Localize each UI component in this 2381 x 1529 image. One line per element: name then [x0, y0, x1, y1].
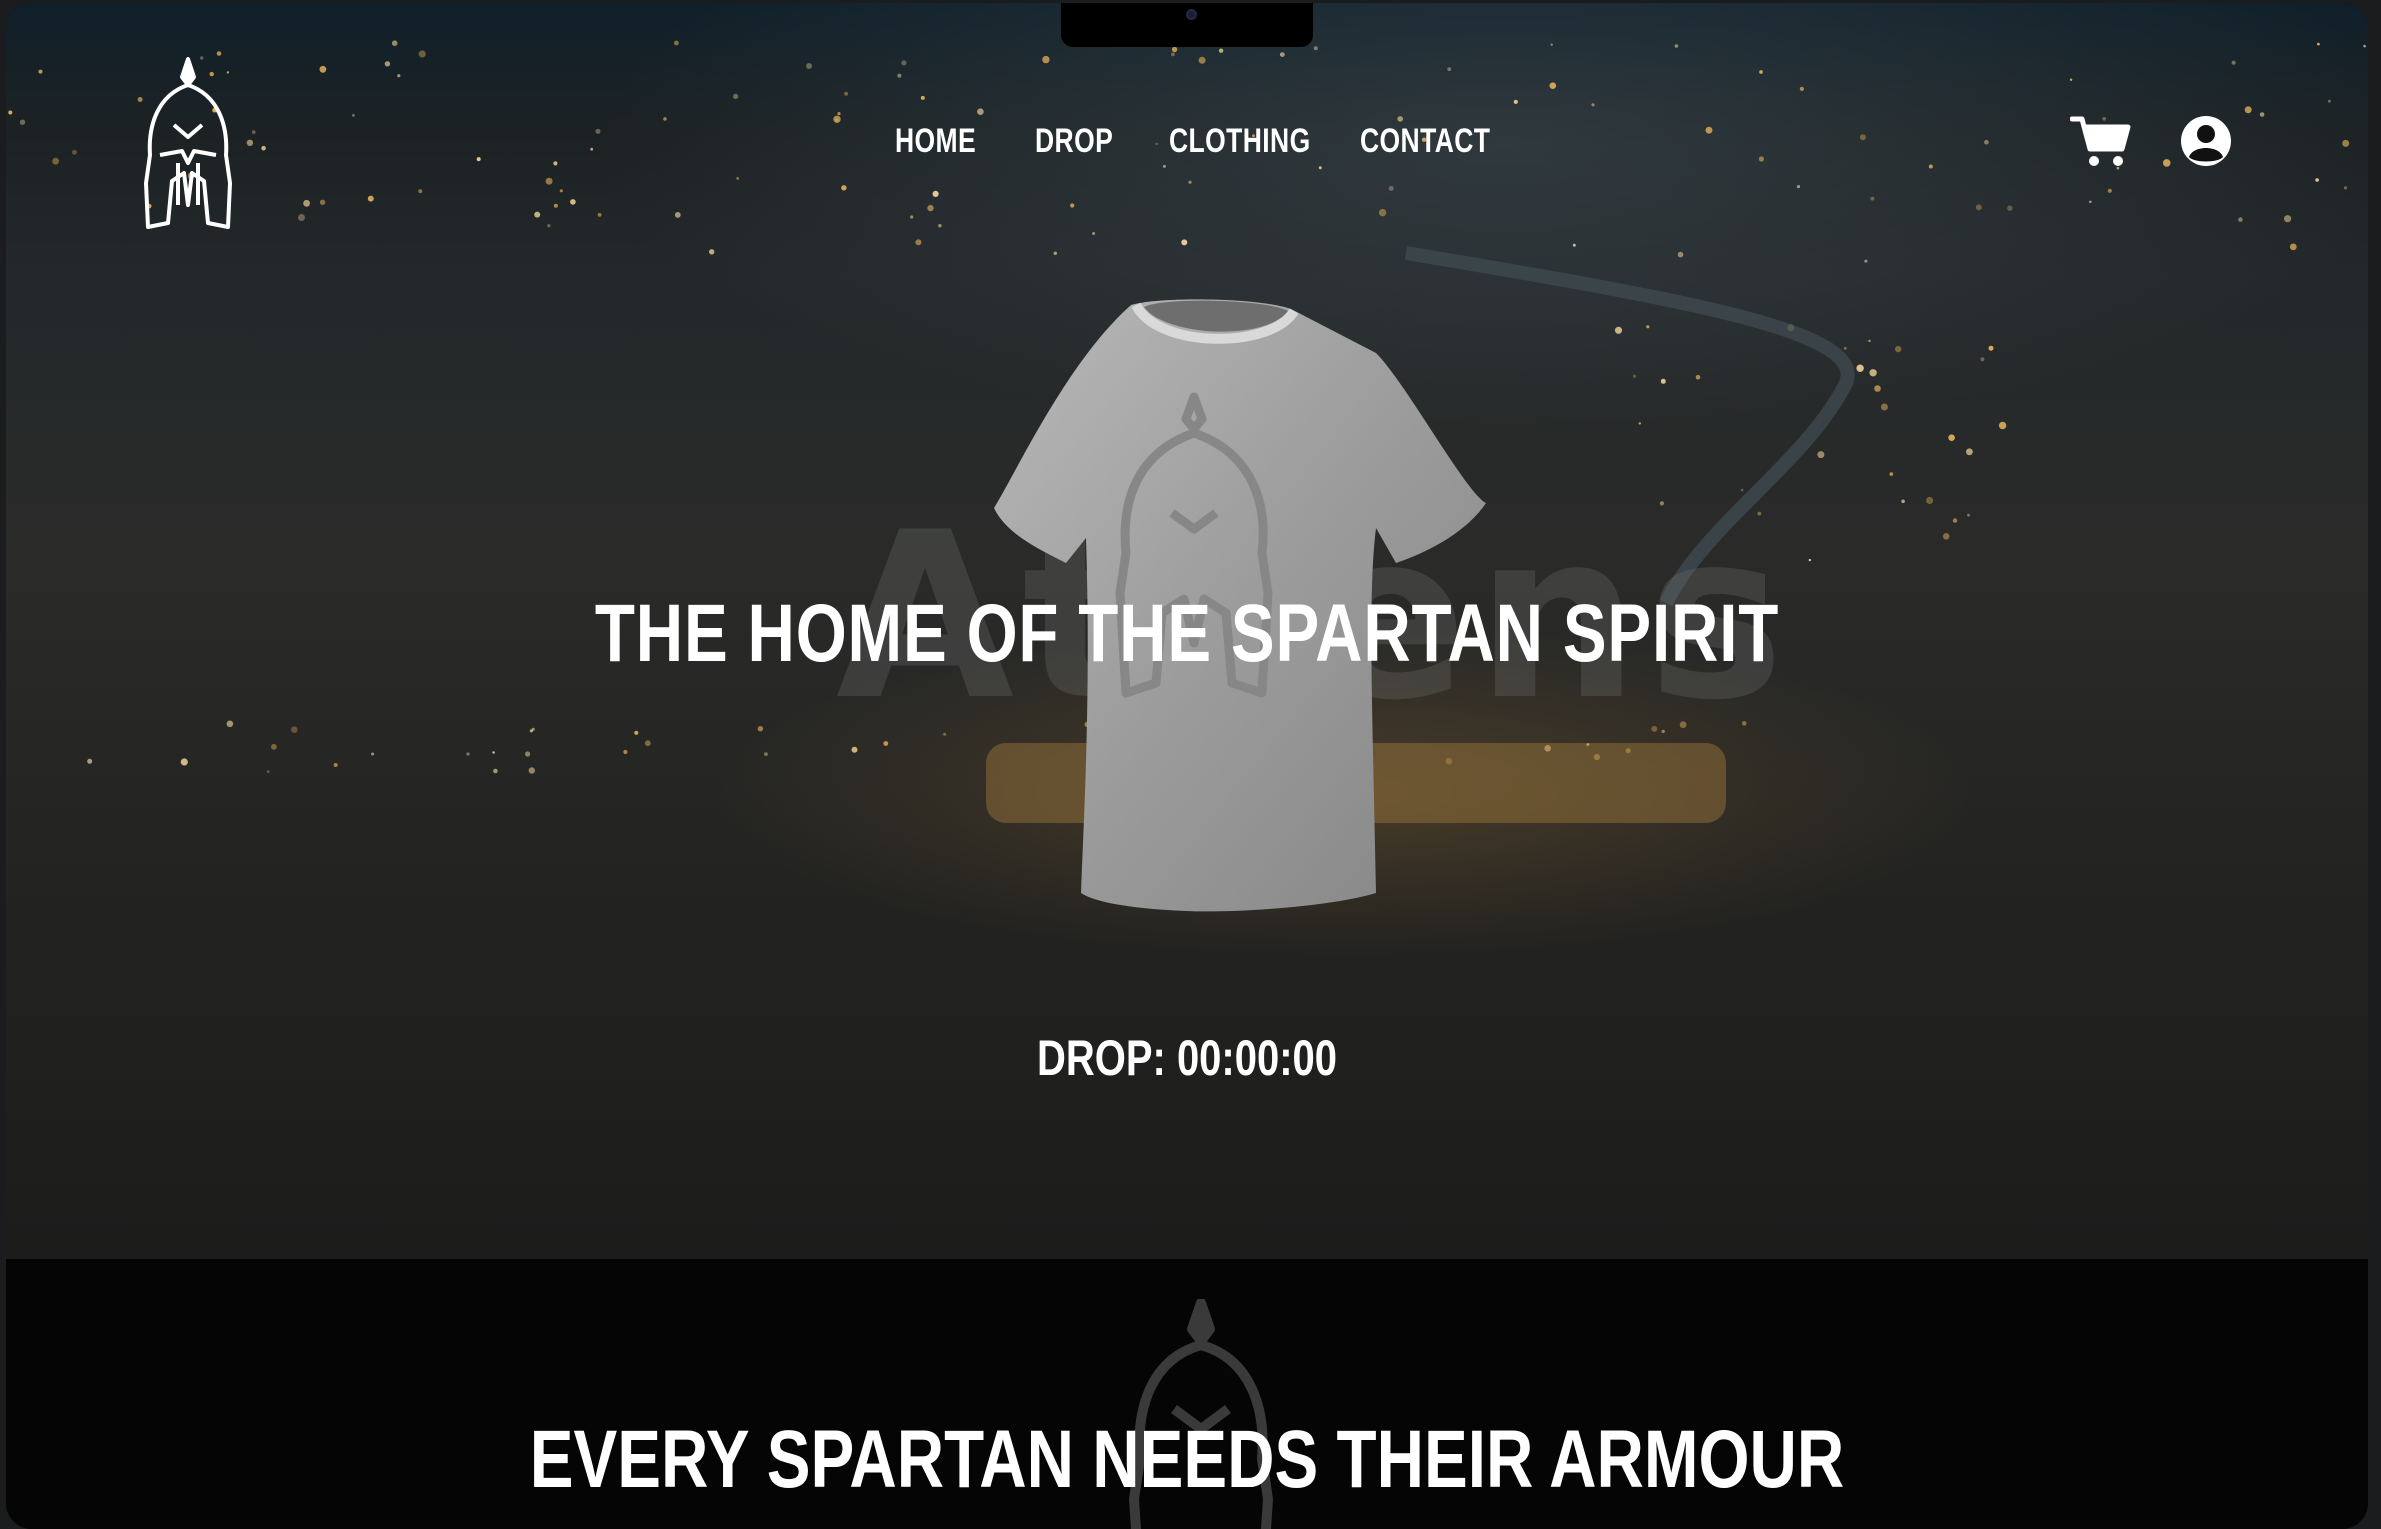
armour-section: EVERY SPARTAN NEEDS THEIR ARMOUR: [6, 1259, 2368, 1529]
drop-countdown: DROP: 00:00:00: [1036, 1030, 1338, 1086]
camera-icon: [1186, 9, 1197, 20]
hero-section: Athens HOME DROP CLOTHING CONTACT: [6, 3, 2368, 1259]
hero-headline: THE HOME OF THE SPARTAN SPIRIT: [594, 588, 1780, 679]
nav-item-clothing[interactable]: CLOTHING: [1169, 119, 1311, 163]
nav-item-contact[interactable]: CONTACT: [1360, 119, 1490, 163]
user-account-icon[interactable]: [2180, 115, 2232, 167]
nav-item-home[interactable]: HOME: [895, 119, 976, 163]
section-title: EVERY SPARTAN NEEDS THEIR ARMOUR: [529, 1414, 1845, 1505]
shopping-cart-icon[interactable]: [2070, 113, 2132, 169]
nav-item-drop[interactable]: DROP: [1035, 119, 1113, 163]
main-nav: HOME DROP CLOTHING CONTACT: [6, 119, 2368, 163]
browser-viewport: Athens HOME DROP CLOTHING CONTACT: [6, 3, 2368, 1529]
